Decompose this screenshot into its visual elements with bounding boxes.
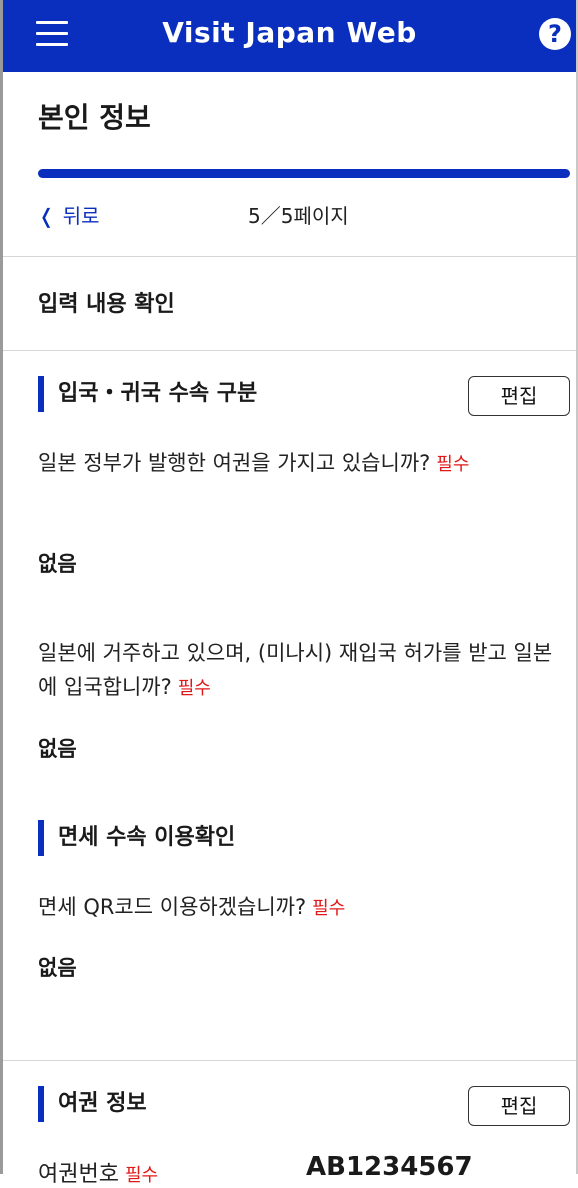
answer-tax-free-qr: 없음 — [38, 956, 77, 980]
answer-japanese-passport: 없음 — [38, 552, 77, 576]
question-tax-free-qr: 면세 QR코드 이용하겠습니까? 필수 — [38, 890, 568, 926]
section-title-passport-info: 여권 정보 — [38, 1086, 147, 1122]
progress-fill — [38, 169, 570, 178]
section-title-tax-free: 면세 수속 이용확인 — [38, 820, 235, 856]
app-title: Visit Japan Web — [162, 16, 417, 49]
question-text: 일본 정부가 발행한 여권을 가지고 있습니까? — [38, 451, 431, 475]
chevron-left-icon: ❬ — [38, 204, 55, 228]
passport-number-label: 여권번호 — [38, 1162, 119, 1187]
back-label: 뒤로 — [62, 204, 100, 228]
confirm-heading: 입력 내용 확인 — [38, 292, 175, 317]
divider — [3, 350, 576, 351]
back-link[interactable]: ❬ 뒤로 — [38, 200, 100, 229]
required-badge: 필수 — [177, 678, 211, 699]
passport-number-value: AB1234567 — [306, 1152, 473, 1182]
page-title: 본인 정보 — [38, 101, 151, 134]
passport-number-row: 여권번호 필수 AB1234567 — [38, 1152, 473, 1188]
divider — [3, 256, 576, 257]
answer-reentry-permit: 없음 — [38, 737, 77, 761]
divider — [3, 1060, 576, 1061]
required-badge: 필수 — [124, 1165, 159, 1186]
required-badge: 필수 — [436, 454, 470, 475]
question-text: 일본에 거주하고 있으며, (미나시) 재입국 허가를 받고 일본에 입국합니까… — [38, 641, 553, 699]
left-frame-border — [0, 0, 3, 1174]
required-badge: 필수 — [312, 898, 346, 919]
edit-passport-info-button[interactable]: 편집 — [468, 1086, 570, 1126]
question-circle-icon[interactable]: ? — [539, 18, 571, 50]
edit-entry-type-button[interactable]: 편집 — [468, 376, 570, 416]
page-counter: 5／5페이지 — [248, 204, 349, 228]
progress-bar — [38, 169, 570, 178]
question-reentry-permit: 일본에 거주하고 있으며, (미나시) 재입국 허가를 받고 일본에 입국합니까… — [38, 636, 568, 706]
question-text: 면세 QR코드 이용하겠습니까? — [38, 895, 307, 919]
question-japanese-passport: 일본 정부가 발행한 여권을 가지고 있습니까? 필수 — [38, 446, 568, 482]
section-title-entry-type: 입국・귀국 수속 구분 — [38, 376, 257, 412]
app-header: Visit Japan Web ? — [3, 0, 576, 72]
